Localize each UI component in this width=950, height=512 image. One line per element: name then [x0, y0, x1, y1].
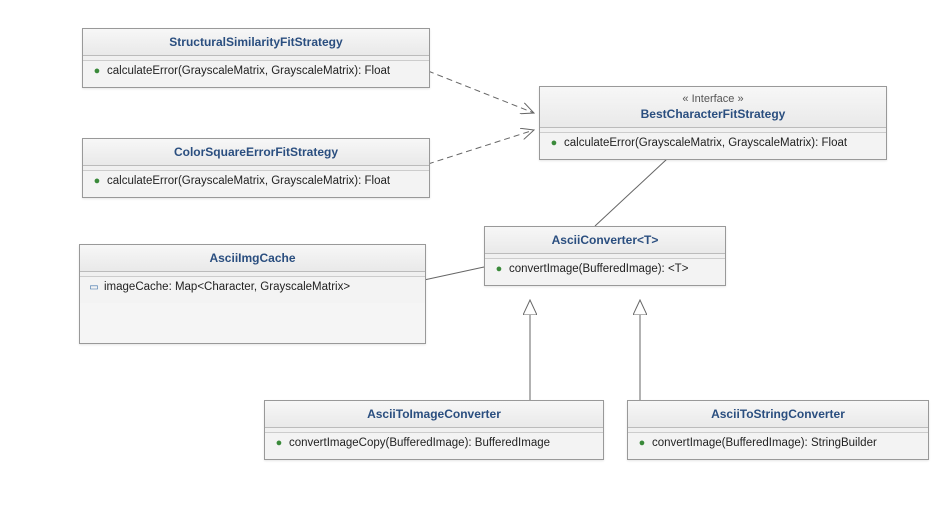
class-ascii-to-image: AsciiToImageConverter convertImageCopy(B…	[264, 400, 604, 460]
class-ascii-img-cache: AsciiImgCache imageCache: Map<Character,…	[79, 244, 426, 344]
method-icon	[91, 65, 103, 77]
field-icon	[88, 281, 100, 293]
class-color-square: ColorSquareErrorFitStrategy calculateErr…	[82, 138, 430, 198]
class-title: ColorSquareErrorFitStrategy	[83, 139, 429, 166]
class-title: StructuralSimilarityFitStrategy	[83, 29, 429, 56]
class-title: « Interface » BestCharacterFitStrategy	[540, 87, 886, 128]
class-ascii-to-string: AsciiToStringConverter convertImage(Buff…	[627, 400, 929, 460]
class-title: AsciiImgCache	[80, 245, 425, 272]
method-icon	[636, 437, 648, 449]
method-label: convertImage(BufferedImage): StringBuild…	[652, 437, 877, 449]
class-ascii-converter: AsciiConverter<T> convertImage(BufferedI…	[484, 226, 726, 286]
stereotype-label: « Interface »	[548, 93, 878, 105]
method-label: convertImage(BufferedImage): <T>	[509, 263, 688, 275]
method-label: calculateError(GrayscaleMatrix, Grayscal…	[564, 137, 847, 149]
class-structural-similarity: StructuralSimilarityFitStrategy calculat…	[82, 28, 430, 88]
method-icon	[548, 137, 560, 149]
class-title: AsciiToStringConverter	[628, 401, 928, 428]
field-label: imageCache: Map<Character, GrayscaleMatr…	[104, 281, 350, 293]
method-label: calculateError(GrayscaleMatrix, Grayscal…	[107, 175, 390, 187]
class-title: AsciiConverter<T>	[485, 227, 725, 254]
method-label: calculateError(GrayscaleMatrix, Grayscal…	[107, 65, 390, 77]
method-icon	[273, 437, 285, 449]
method-label: convertImageCopy(BufferedImage): Buffere…	[289, 437, 550, 449]
method-icon	[493, 263, 505, 275]
method-icon	[91, 175, 103, 187]
interface-name: BestCharacterFitStrategy	[641, 107, 786, 121]
class-title: AsciiToImageConverter	[265, 401, 603, 428]
interface-best-character-fit: « Interface » BestCharacterFitStrategy c…	[539, 86, 887, 160]
